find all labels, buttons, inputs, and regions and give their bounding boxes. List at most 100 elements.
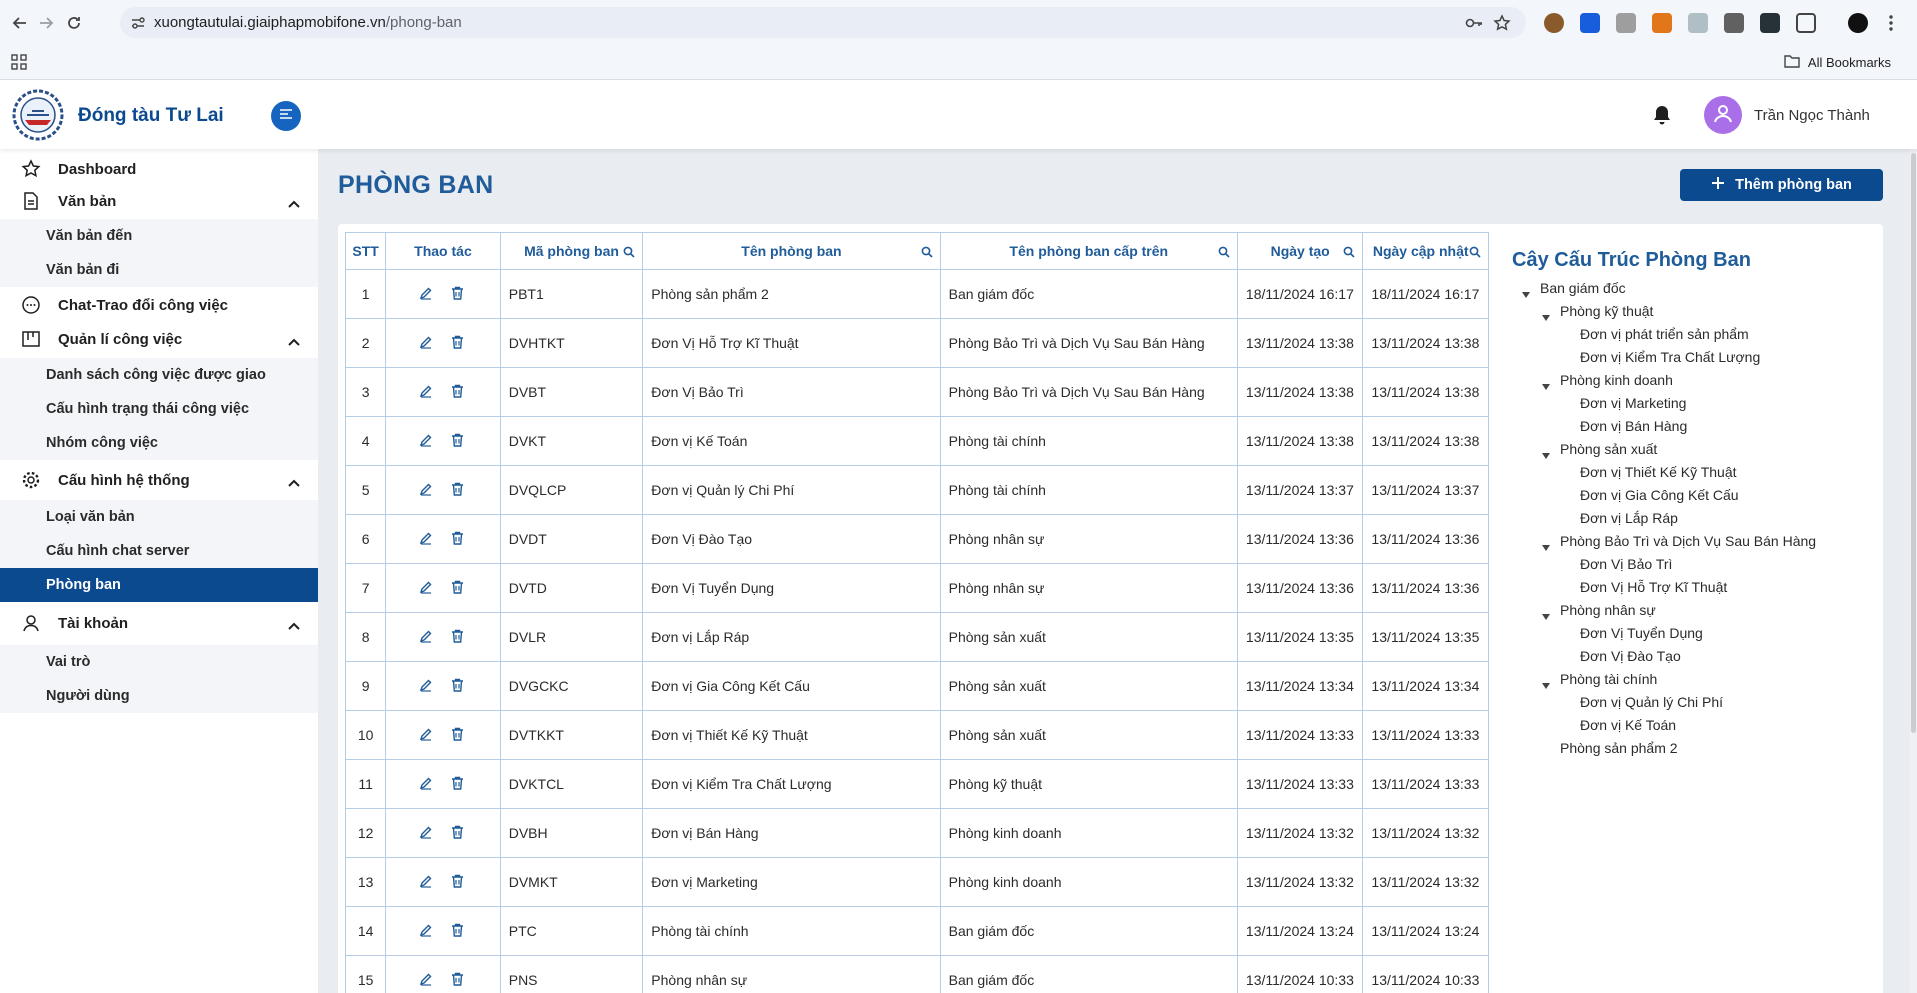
sidebar-item-nguoi-dung[interactable]: Người dùng (0, 679, 318, 713)
menu-toggle-button[interactable] (271, 101, 301, 131)
trash-icon[interactable] (451, 874, 467, 890)
star-icon[interactable] (1492, 13, 1512, 33)
search-icon[interactable] (1218, 245, 1230, 258)
tree-node[interactable]: Đơn vị Kiểm Tra Chất Lượng (1580, 349, 1760, 365)
sidebar-item-dashboard[interactable]: Dashboard (0, 153, 318, 185)
sidebar-item-van-ban-di[interactable]: Văn bản đi (0, 253, 318, 287)
sidebar-item-cau-hinh-trang-thai[interactable]: Cấu hình trạng thái công việc (0, 392, 318, 426)
bitwarden-extension-icon[interactable] (1580, 13, 1600, 33)
trash-icon[interactable] (451, 972, 467, 988)
trash-icon[interactable] (451, 629, 467, 645)
add-department-button[interactable]: Thêm phòng ban (1680, 169, 1883, 201)
caret-down-icon[interactable] (1542, 446, 1550, 459)
forward-icon[interactable] (34, 11, 58, 35)
sidebar-item-ds-cong-viec[interactable]: Danh sách công việc được giao (0, 358, 318, 392)
trash-icon[interactable] (451, 825, 467, 841)
tree-node[interactable]: Đơn vị Kế Toán (1580, 717, 1676, 733)
extensions-puzzle-icon[interactable] (1796, 13, 1816, 33)
extension-icon[interactable] (1760, 13, 1780, 33)
trash-icon[interactable] (451, 923, 467, 939)
sidebar-item-loai-van-ban[interactable]: Loại văn bản (0, 500, 318, 534)
sidebar-group-tai-khoan[interactable]: Tài khoản (0, 607, 318, 639)
tree-node[interactable]: Đơn vị Marketing (1580, 395, 1686, 411)
edit-icon[interactable] (419, 629, 435, 645)
trash-icon[interactable] (451, 776, 467, 792)
tree-node[interactable]: Đơn vị Thiết Kế Kỹ Thuật (1580, 464, 1737, 480)
edit-icon[interactable] (419, 923, 435, 939)
tree-node[interactable]: Đơn vị Lắp Ráp (1580, 510, 1678, 526)
tree-node[interactable]: Đơn vị phát triển sản phẩm (1580, 326, 1749, 342)
edit-icon[interactable] (419, 286, 435, 302)
user-name[interactable]: Trần Ngọc Thành (1754, 107, 1870, 124)
cookie-extension-icon[interactable] (1544, 13, 1564, 33)
key-icon[interactable] (1464, 13, 1484, 33)
sidebar-item-nhom-cong-viec[interactable]: Nhóm công việc (0, 426, 318, 460)
edit-icon[interactable] (419, 384, 435, 400)
tree-node[interactable]: Đơn vị Gia Công Kết Cấu (1580, 487, 1739, 503)
tree-node[interactable]: Đơn Vị Tuyển Dụng (1580, 625, 1703, 641)
tree-node[interactable]: Phòng nhân sự (1560, 602, 1656, 618)
tree-node[interactable]: Phòng sản xuất (1560, 441, 1657, 457)
avatar[interactable] (1704, 96, 1742, 134)
tree-node[interactable]: Phòng Bảo Trì và Dịch Vụ Sau Bán Hàng (1560, 533, 1816, 549)
sidebar-item-vai-tro[interactable]: Vai trò (0, 645, 318, 679)
all-bookmarks-button[interactable]: All Bookmarks (1784, 54, 1891, 71)
url-text[interactable]: xuongtautulai.giaiphapmobifone.vn/phong-… (154, 14, 462, 31)
search-icon[interactable] (921, 245, 933, 258)
edit-icon[interactable] (419, 580, 435, 596)
edit-icon[interactable] (419, 335, 435, 351)
sidebar-group-quan-li[interactable]: Quản lí công việc (0, 323, 318, 355)
reload-icon[interactable] (62, 11, 86, 35)
tree-node[interactable]: Phòng kỹ thuật (1560, 303, 1653, 319)
sidebar-item-van-ban-den[interactable]: Văn bản đến (0, 219, 318, 253)
edit-icon[interactable] (419, 776, 435, 792)
scrollbar-thumb[interactable] (1911, 153, 1916, 733)
extension-icon[interactable] (1616, 13, 1636, 33)
sidebar-group-cau-hinh-he-thong[interactable]: Cấu hình hệ thống (0, 464, 318, 496)
tree-node[interactable]: Phòng kinh doanh (1560, 372, 1673, 388)
edit-icon[interactable] (419, 874, 435, 890)
caret-down-icon[interactable] (1522, 285, 1530, 298)
sidebar-item-cau-hinh-chat[interactable]: Cấu hình chat server (0, 534, 318, 568)
trash-icon[interactable] (451, 678, 467, 694)
trash-icon[interactable] (451, 531, 467, 547)
edit-icon[interactable] (419, 482, 435, 498)
sidebar-item-chat[interactable]: Chat-Trao đổi công việc (0, 289, 318, 321)
trash-icon[interactable] (451, 286, 467, 302)
search-icon[interactable] (1469, 245, 1481, 258)
tree-node[interactable]: Đơn vị Quản lý Chi Phí (1580, 694, 1723, 710)
edit-icon[interactable] (419, 678, 435, 694)
trash-icon[interactable] (451, 727, 467, 743)
caret-down-icon[interactable] (1542, 308, 1550, 321)
sidebar-group-van-ban[interactable]: Văn bản (0, 185, 318, 217)
tree-node-root[interactable]: Ban giám đốc (1540, 280, 1626, 296)
tree-node[interactable]: Phòng tài chính (1560, 671, 1657, 687)
more-menu-icon[interactable] (1889, 14, 1893, 32)
back-icon[interactable] (8, 11, 32, 35)
edit-icon[interactable] (419, 825, 435, 841)
trash-icon[interactable] (451, 580, 467, 596)
address-bar[interactable]: xuongtautulai.giaiphapmobifone.vn/phong-… (120, 7, 1526, 38)
trash-icon[interactable] (451, 433, 467, 449)
sidebar-item-phong-ban[interactable]: Phòng ban (0, 568, 318, 602)
shield-extension-icon[interactable] (1688, 13, 1708, 33)
tree-node[interactable]: Đơn Vị Hỗ Trợ Kĩ Thuật (1580, 579, 1727, 595)
apps-icon[interactable] (11, 54, 27, 70)
caret-down-icon[interactable] (1542, 538, 1550, 551)
edit-icon[interactable] (419, 531, 435, 547)
trash-icon[interactable] (451, 335, 467, 351)
qr-extension-icon[interactable] (1724, 13, 1744, 33)
edit-icon[interactable] (419, 433, 435, 449)
search-icon[interactable] (623, 245, 635, 258)
edit-icon[interactable] (419, 727, 435, 743)
tree-node[interactable]: Đơn Vị Đào Tạo (1580, 648, 1681, 664)
tree-node[interactable]: Đơn Vị Bảo Trì (1580, 556, 1672, 572)
caret-down-icon[interactable] (1542, 377, 1550, 390)
profile-avatar-icon[interactable] (1848, 13, 1868, 33)
tree-node[interactable]: Đơn vị Bán Hàng (1580, 418, 1687, 434)
caret-down-icon[interactable] (1542, 676, 1550, 689)
edit-icon[interactable] (419, 972, 435, 988)
bell-icon[interactable] (1650, 103, 1674, 127)
search-icon[interactable] (1343, 245, 1355, 258)
trash-icon[interactable] (451, 384, 467, 400)
